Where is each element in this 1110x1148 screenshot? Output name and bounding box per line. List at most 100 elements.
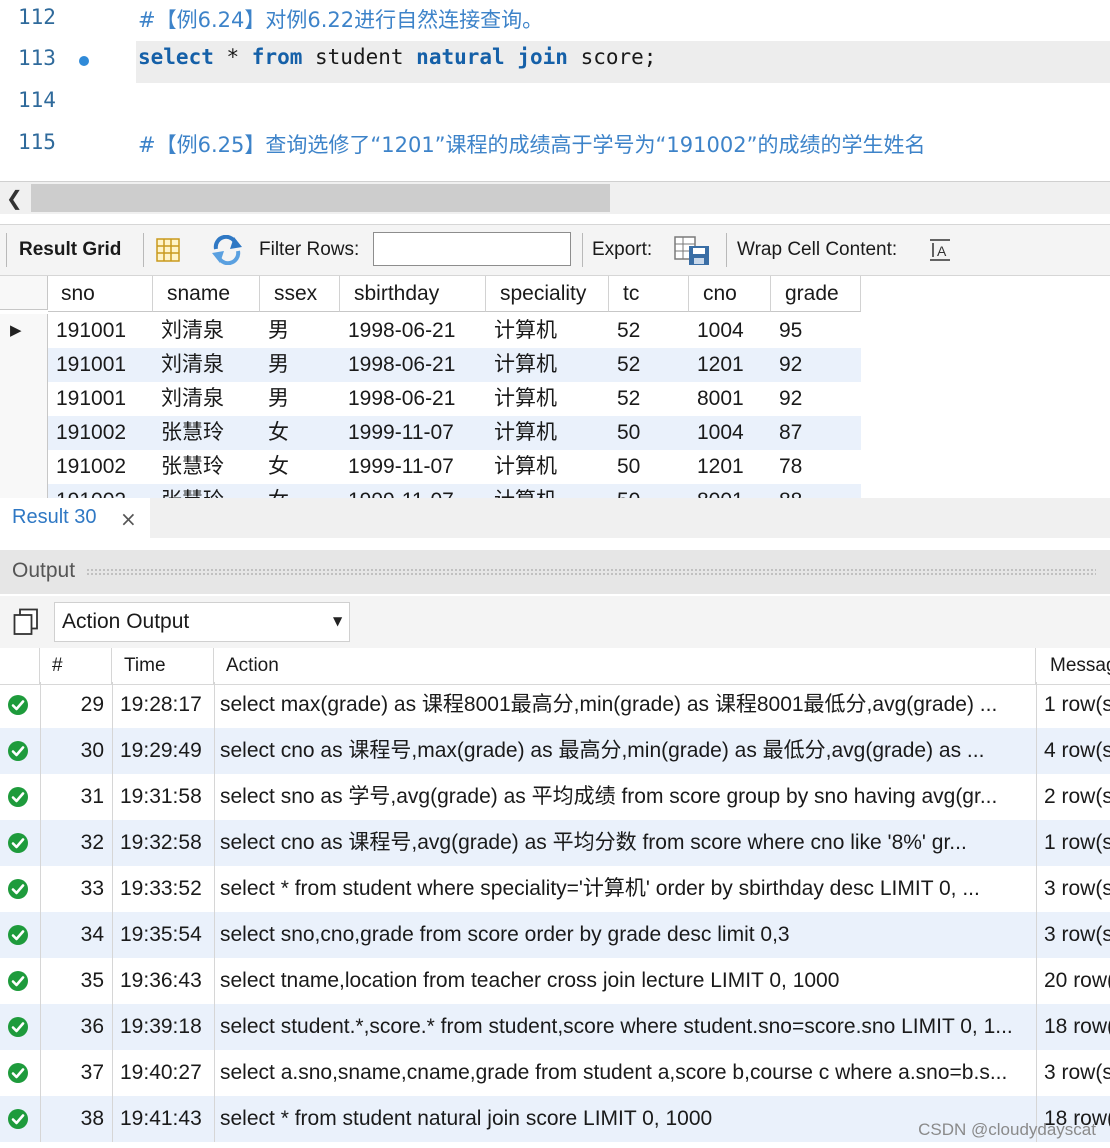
grid-cell[interactable]: 95 (771, 314, 861, 348)
table-row[interactable]: 191002 张慧玲女 1999-11-07 计算机 50 1201 78 (0, 450, 861, 484)
grid-cell[interactable]: 张慧玲 (153, 484, 260, 498)
grid-view-icon[interactable] (155, 237, 181, 263)
grid-cell[interactable]: 191001 (48, 314, 153, 348)
grid-column-header[interactable]: cno (689, 276, 771, 312)
column-header-time[interactable]: Time (112, 648, 214, 684)
result-tab[interactable]: Result 30 × (0, 498, 150, 538)
output-row[interactable]: 31 19:31:58 select sno as 学号,avg(grade) as… (0, 774, 1110, 820)
output-row[interactable]: 34 19:35:54 select sno,cno,grade from scor… (0, 912, 1110, 958)
column-header-number[interactable]: # (40, 648, 112, 684)
grid-cell[interactable]: 刘清泉 (153, 382, 260, 416)
wrap-cell-icon[interactable]: A (928, 238, 954, 262)
row-selector[interactable] (0, 416, 48, 450)
grid-cell[interactable]: 1998-06-21 (340, 314, 486, 348)
close-icon[interactable]: × (120, 507, 137, 531)
grid-cell[interactable]: 1998-06-21 (340, 348, 486, 382)
sql-editor[interactable]: 112 #【例6.24】对例6.22进行自然连接查询。 113 select * fr… (0, 0, 1110, 180)
grid-cell[interactable]: 1999-11-07 (340, 450, 486, 484)
column-header-action[interactable]: Action (214, 648, 1036, 684)
table-row[interactable]: 191001 刘清泉男 1998-06-21 计算机 52 8001 92 (0, 382, 861, 416)
grid-cell[interactable]: 8001 (689, 382, 771, 416)
grid-column-header[interactable]: tc (609, 276, 689, 312)
grid-cell[interactable]: 计算机 (486, 314, 609, 348)
grid-cell[interactable]: 男 (260, 382, 340, 416)
grid-cell[interactable]: 张慧玲 (153, 450, 260, 484)
grid-cell[interactable]: 女 (260, 484, 340, 498)
grid-cell[interactable]: 92 (771, 382, 861, 416)
grid-cell[interactable]: 女 (260, 450, 340, 484)
output-row[interactable]: 33 19:33:52 select * from student where sp… (0, 866, 1110, 912)
grid-column-header[interactable]: grade (771, 276, 861, 312)
grid-cell[interactable]: 52 (609, 348, 689, 382)
grid-cell[interactable]: 191002 (48, 416, 153, 450)
column-header-message[interactable]: Message (1036, 648, 1110, 684)
grid-cell[interactable]: 计算机 (486, 484, 609, 498)
grid-cell[interactable]: 刘清泉 (153, 348, 260, 382)
code-line[interactable]: 113 select * from student natural join sc… (0, 41, 1110, 83)
code-line[interactable]: 114 (0, 83, 1110, 125)
output-row[interactable]: 36 19:39:18 select student.*,score.* from … (0, 1004, 1110, 1050)
table-row[interactable]: 191002张慧玲女1999-11-07计算机50800188 (0, 484, 861, 498)
grid-cell[interactable]: 87 (771, 416, 861, 450)
filter-rows-input[interactable] (373, 232, 571, 266)
grid-cell[interactable]: 计算机 (486, 416, 609, 450)
code-line[interactable]: 112 #【例6.24】对例6.22进行自然连接查询。 (0, 0, 1110, 42)
grid-cell[interactable]: 1998-06-21 (340, 382, 486, 416)
grid-cell[interactable]: 50 (609, 416, 689, 450)
grid-cell[interactable]: 计算机 (486, 382, 609, 416)
grid-cell[interactable]: 刘清泉 (153, 314, 260, 348)
grid-cell[interactable]: 计算机 (486, 348, 609, 382)
table-row[interactable]: 191001 刘清泉男 1998-06-21 计算机 52 1201 92 (0, 348, 861, 382)
grid-cell[interactable]: 191002 (48, 484, 153, 498)
grid-cell[interactable]: 52 (609, 382, 689, 416)
grid-cell[interactable]: 张慧玲 (153, 416, 260, 450)
grid-column-header[interactable]: ssex (260, 276, 340, 312)
table-row[interactable]: ▶ 191001 刘清泉男 1998-06-21 计算机 52 1004 95 (0, 314, 861, 348)
row-selector[interactable] (0, 382, 48, 416)
grid-column-header[interactable]: sno (48, 276, 153, 312)
row-selector[interactable] (0, 450, 48, 484)
grid-cell[interactable]: 1201 (689, 348, 771, 382)
row-selector[interactable]: ▶ (0, 314, 48, 348)
grid-cell[interactable]: 1999-11-07 (340, 416, 486, 450)
grid-column-header[interactable]: sbirthday (340, 276, 486, 312)
panel-drag-handle[interactable] (86, 568, 1096, 577)
row-selector[interactable] (0, 484, 48, 498)
dropdown-arrow-icon[interactable]: ▼ (333, 614, 342, 628)
grid-cell[interactable]: 50 (609, 484, 689, 498)
grid-cell[interactable]: 1999-11-07 (340, 484, 486, 498)
grid-cell[interactable]: 191002 (48, 450, 153, 484)
refresh-icon[interactable] (210, 235, 244, 265)
current-statement-dot-icon[interactable] (79, 56, 89, 66)
grid-column-header[interactable]: sname (153, 276, 260, 312)
grid-cell[interactable]: 1004 (689, 416, 771, 450)
scrollbar-thumb[interactable] (31, 184, 610, 212)
select-all-corner[interactable] (0, 276, 48, 310)
output-rows[interactable]: 29 19:28:17 select max(grade) as 课程8001最高分… (0, 682, 1110, 1148)
grid-cell[interactable]: 52 (609, 314, 689, 348)
output-type-select[interactable]: Action Output ▼ (54, 602, 350, 642)
grid-cell[interactable]: 191001 (48, 382, 153, 416)
grid-cell[interactable]: 191001 (48, 348, 153, 382)
grid-cell[interactable]: 78 (771, 450, 861, 484)
grid-cell[interactable]: 计算机 (486, 450, 609, 484)
code-line[interactable]: 115 #【例6.25】查询选修了“1201”课程的成绩高于学号为“191002”… (0, 125, 1110, 167)
grid-cell[interactable]: 男 (260, 348, 340, 382)
scroll-left-arrow-icon[interactable]: ❮ (6, 186, 23, 210)
output-row[interactable]: 30 19:29:49 select cno as 课程号,max(grade) a… (0, 728, 1110, 774)
result-grid-button[interactable]: Result Grid (19, 239, 121, 261)
status-column-header[interactable] (0, 648, 40, 684)
grid-cell[interactable]: 8001 (689, 484, 771, 498)
export-icon[interactable] (673, 234, 711, 266)
copy-icon[interactable] (13, 608, 39, 636)
output-row[interactable]: 37 19:40:27 select a.sno,sname,cname,grade… (0, 1050, 1110, 1096)
output-row[interactable]: 32 19:32:58 select cno as 课程号,avg(grade) a… (0, 820, 1110, 866)
grid-cell[interactable]: 88 (771, 484, 861, 498)
output-row[interactable]: 29 19:28:17 select max(grade) as 课程8001最高分… (0, 682, 1110, 728)
grid-cell[interactable]: 92 (771, 348, 861, 382)
output-row[interactable]: 35 19:36:43 select tname,location from tea… (0, 958, 1110, 1004)
table-row[interactable]: 191002 张慧玲女 1999-11-07 计算机 50 1004 87 (0, 416, 861, 450)
grid-cell[interactable]: 50 (609, 450, 689, 484)
grid-cell[interactable]: 1004 (689, 314, 771, 348)
grid-column-header[interactable]: speciality (486, 276, 609, 312)
